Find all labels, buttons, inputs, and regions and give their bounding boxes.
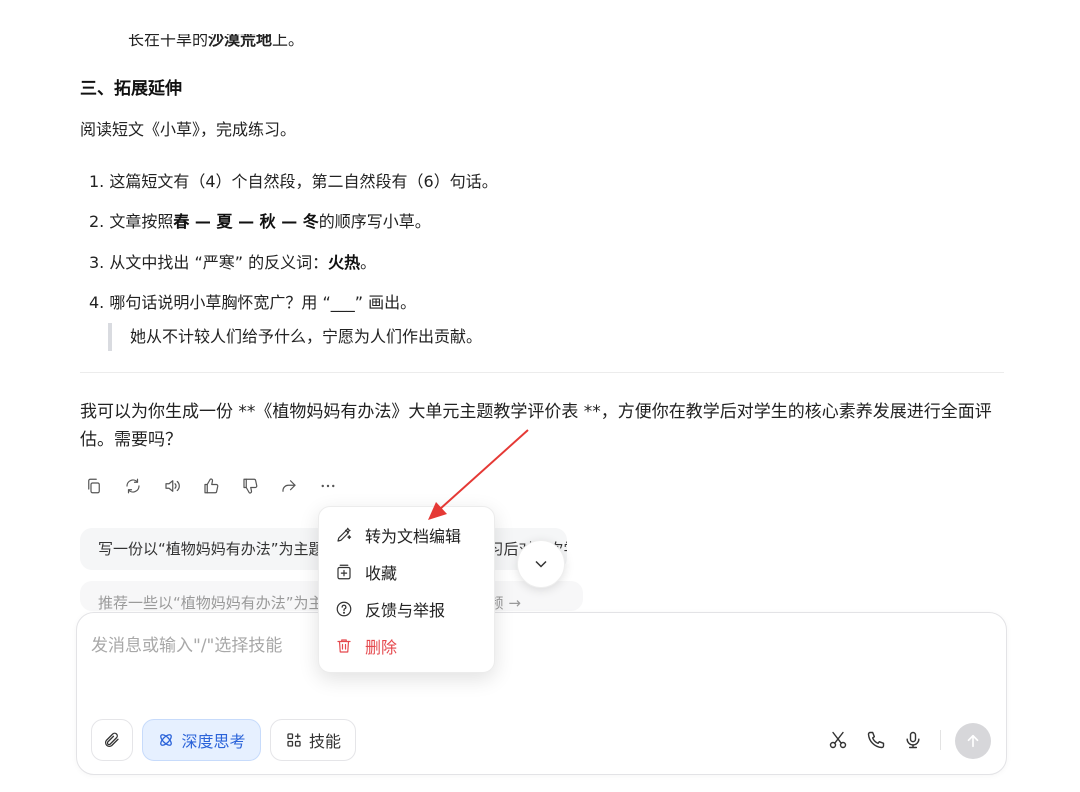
menu-item-label: 删除: [365, 638, 398, 657]
menu-item-convert-to-doc[interactable]: 转为文档编辑: [319, 517, 494, 553]
section-heading: 三、拓展延伸: [80, 79, 182, 99]
question-3-prefix: 3. 从文中找出 “严寒” 的反义词：: [89, 253, 329, 272]
call-button[interactable]: [863, 727, 889, 753]
scissors-icon: [829, 731, 847, 749]
thumbs-up-icon[interactable]: [199, 474, 223, 498]
atom-icon: [160, 734, 173, 746]
send-button[interactable]: [955, 723, 991, 759]
trash-icon: [337, 639, 351, 653]
scissors-button[interactable]: [825, 727, 851, 753]
help-circle-icon: [336, 601, 352, 617]
cut-text-bold: 沙漠荒地: [208, 30, 273, 48]
scroll-to-bottom-button[interactable]: [517, 540, 565, 588]
question-2-suffix: 的顺序写小草。: [318, 212, 431, 231]
cut-text: 长在干旱的: [128, 30, 209, 48]
edit-doc-icon: [337, 527, 352, 542]
cut-text-suffix: 上。: [272, 30, 305, 48]
speaker-icon[interactable]: [160, 474, 184, 498]
question-3: 3. 从文中找出 “严寒” 的反义词：火热。: [89, 249, 376, 273]
deep-think-label: 深度思考: [181, 732, 246, 751]
more-icon[interactable]: [316, 474, 340, 498]
skills-label: 技能: [308, 732, 341, 751]
menu-item-label: 转为文档编辑: [365, 527, 462, 546]
menu-item-feedback[interactable]: 反馈与举报: [319, 591, 494, 627]
message-actions: [82, 474, 355, 498]
thumbs-down-icon[interactable]: [238, 474, 262, 498]
question-2-prefix: 2. 文章按照: [89, 212, 174, 231]
blockquote: 她从不计较人们给予什么，宁愿为人们作出贡献。: [108, 323, 482, 351]
message-input[interactable]: 发消息或输入"/"选择技能: [91, 631, 282, 656]
question-2-bold: 春 — 夏 — 秋 — 冬: [173, 212, 319, 231]
bookmark-add-icon: [337, 564, 351, 580]
copy-icon[interactable]: [82, 474, 106, 498]
menu-item-favorite[interactable]: 收藏: [319, 554, 494, 590]
skills-button[interactable]: 技能: [270, 719, 356, 761]
deep-think-button[interactable]: 深度思考: [142, 719, 261, 761]
phone-icon: [867, 731, 885, 749]
question-3-suffix: 。: [360, 253, 377, 272]
question-4: 4. 哪句话说明小草胸怀宽广？用 “___” 画出。: [89, 293, 417, 312]
divider: [80, 372, 1004, 373]
send-icon: [967, 734, 979, 748]
regenerate-icon[interactable]: [121, 474, 145, 498]
menu-item-label: 收藏: [365, 564, 398, 583]
intro-paragraph: 阅读短文《小草》，完成练习。: [80, 120, 297, 139]
more-options-menu: 转为文档编辑 收藏 反馈与举报 删除: [318, 506, 495, 673]
microphone-icon: [906, 731, 920, 749]
chevron-down-icon: [535, 560, 547, 568]
toolbar-separator: [940, 730, 941, 750]
skills-grid-icon: [287, 733, 301, 747]
question-1: 1. 这篇短文有（4）个自然段，第二自然段有（6）句话。: [89, 172, 498, 191]
voice-input-button[interactable]: [900, 727, 926, 753]
message-composer: 发消息或输入"/"选择技能 深度思考 技能: [76, 612, 1007, 775]
share-icon[interactable]: [277, 474, 301, 498]
menu-item-delete[interactable]: 删除: [319, 628, 494, 664]
menu-item-label: 反馈与举报: [365, 601, 446, 620]
attach-button[interactable]: [91, 719, 133, 761]
question-2: 2. 文章按照春 — 夏 — 秋 — 冬的顺序写小草。: [89, 208, 431, 232]
assistant-message: 我可以为你生成一份 **《植物妈妈有办法》大单元主题教学评价表 **，方便你在教…: [80, 402, 992, 450]
question-3-bold: 火热: [328, 253, 361, 272]
cut-off-text-line: 长在干旱的沙漠荒地上。: [128, 30, 305, 48]
paperclip-icon: [105, 732, 119, 747]
